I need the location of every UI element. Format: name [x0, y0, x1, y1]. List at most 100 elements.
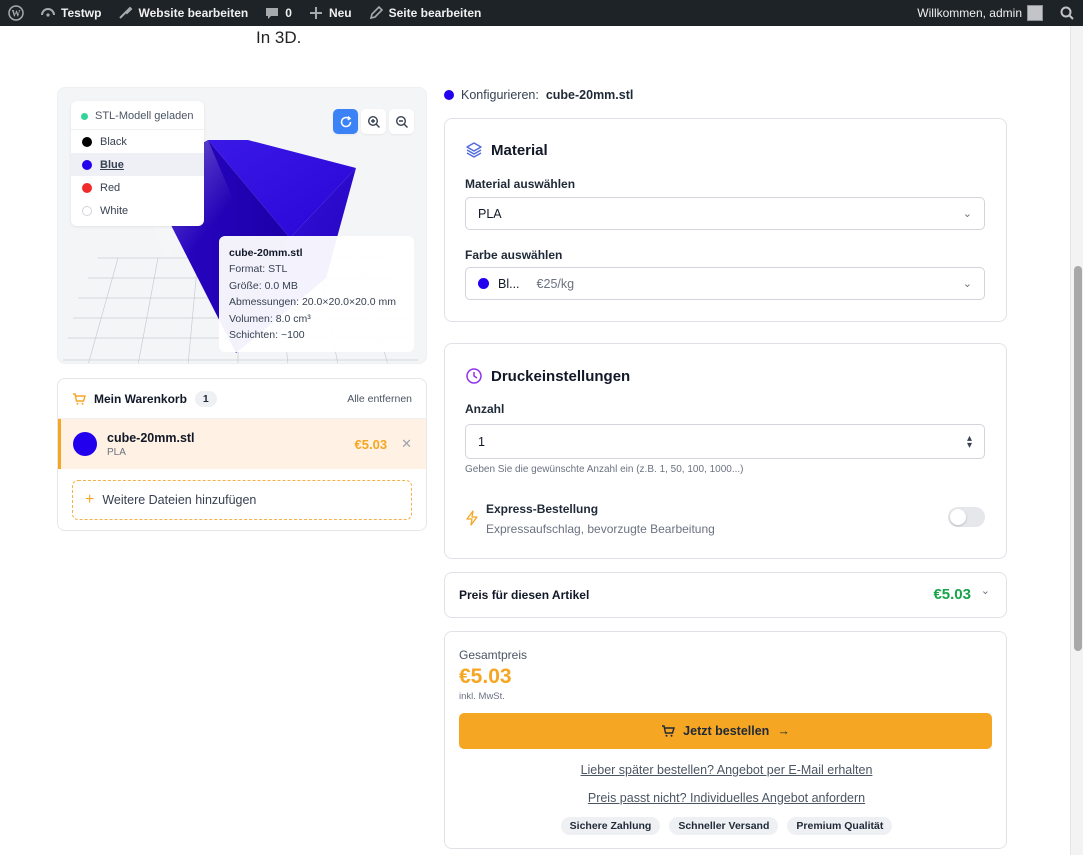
- lightning-icon: [466, 510, 478, 526]
- material-select-label: Material auswählen: [465, 177, 576, 191]
- item-color-dot: [73, 432, 97, 456]
- express-row[interactable]: Express-Bestellung Expressaufschlag, bev…: [465, 500, 985, 540]
- total-label: Gesamtpreis: [459, 648, 528, 662]
- legend-color-label: White: [100, 204, 129, 217]
- legend-color-label: Black: [100, 135, 127, 148]
- trust-badges: Sichere Zahlung Schneller Versand Premiu…: [445, 817, 1008, 835]
- tax-note: inkl. MwSt.: [459, 691, 505, 702]
- legend-color-white[interactable]: White: [71, 199, 204, 222]
- comments-count: 0: [285, 6, 292, 20]
- color-select[interactable]: Bl... €25/kg ⌄: [465, 267, 985, 300]
- comment-icon: [264, 5, 280, 21]
- model-viewer[interactable]: STL-Modell geladen Black Blue Red White: [57, 87, 427, 364]
- layers-icon: [466, 142, 482, 158]
- cart-item[interactable]: cube-20mm.stl PLA €5.03 ✕: [58, 419, 426, 469]
- material-title-text: Material: [491, 141, 548, 159]
- material-select[interactable]: PLA ⌄: [465, 197, 985, 230]
- zoom-in-icon: [367, 115, 380, 128]
- express-description: Expressaufschlag, bevorzugte Bearbeitung: [486, 522, 715, 536]
- color-select-label: Farbe auswählen: [465, 248, 563, 262]
- color-swatch-black: [82, 136, 92, 147]
- welcome-text: Willkommen, admin: [917, 6, 1022, 20]
- selected-color-swatch: [478, 278, 489, 289]
- print-settings-panel: Druckeinstellungen Anzahl 1 ▴ ▾ Geben Sie…: [444, 343, 1007, 559]
- color-price: €25/kg: [536, 276, 575, 291]
- refresh-icon: [340, 115, 351, 127]
- legend-color-black[interactable]: Black: [71, 130, 204, 153]
- edit-site-label: Website bearbeiten: [138, 6, 249, 20]
- item-material: PLA: [107, 446, 126, 458]
- zoom-out-icon: [395, 115, 408, 128]
- quantity-hint: Geben Sie die gewünschte Anzahl ein (z.B…: [465, 464, 744, 475]
- item-price-row[interactable]: Preis für diesen Artikel €5.03 ⌄: [444, 572, 1007, 618]
- model-filename: cube-20mm.stl: [229, 247, 303, 259]
- chevron-down-icon: ⌄: [980, 585, 990, 597]
- custom-quote-link[interactable]: Preis passt nicht? Individuelles Angebot…: [445, 791, 1008, 805]
- model-size: Größe: 0.0 MB: [229, 279, 298, 292]
- model-volume: Volumen: 8.0 cm³: [229, 312, 311, 325]
- cart-panel: Mein Warenkorb 1 Alle entfernen cube-20m…: [57, 378, 427, 531]
- search-icon: [1059, 5, 1075, 21]
- model-color-dot: [444, 90, 454, 100]
- model-dimensions: Abmessungen: 20.0×20.0×20.0 mm: [229, 296, 396, 309]
- add-files-button[interactable]: + Weitere Dateien hinzufügen: [72, 480, 412, 520]
- order-now-button[interactable]: Jetzt bestellen →: [459, 713, 992, 749]
- material-title: Material: [465, 141, 548, 159]
- new-label: Neu: [328, 6, 352, 20]
- page-scrollbar[interactable]: [1070, 26, 1083, 855]
- comments-link[interactable]: 0: [256, 0, 300, 26]
- svg-text:W: W: [12, 9, 21, 19]
- edit-page-label: Seite bearbeiten: [388, 6, 482, 20]
- legend-color-label: Red: [100, 181, 121, 194]
- print-settings-title: Druckeinstellungen: [465, 367, 630, 385]
- legend-color-blue[interactable]: Blue: [71, 153, 204, 176]
- remove-all-button[interactable]: Alle entfernen: [347, 393, 412, 405]
- wordpress-logo-button[interactable]: W: [0, 0, 32, 26]
- add-files-label: Weitere Dateien hinzufügen: [102, 493, 257, 507]
- legend-color-red[interactable]: Red: [71, 176, 204, 199]
- color-legend: STL-Modell geladen Black Blue Red White: [71, 101, 204, 226]
- edit-site-link[interactable]: Website bearbeiten: [109, 0, 256, 26]
- order-now-label: Jetzt bestellen: [683, 724, 770, 738]
- edit-page-link[interactable]: Seite bearbeiten: [360, 0, 490, 26]
- model-layers: Schichten: ~100: [229, 329, 305, 342]
- model-format: Format: STL: [229, 263, 288, 276]
- color-swatch-white: [82, 205, 92, 216]
- zoom-out-button[interactable]: [389, 109, 414, 134]
- quantity-label: Anzahl: [465, 402, 505, 416]
- express-toggle[interactable]: [948, 507, 985, 527]
- quote-email-link[interactable]: Lieber später bestellen? Angebot per E-M…: [445, 763, 1008, 777]
- plus-icon: +: [85, 491, 95, 508]
- config-heading: Konfigurieren: cube-20mm.stl: [444, 88, 633, 102]
- item-text: cube-20mm.stl PLA: [107, 431, 195, 458]
- zoom-in-button[interactable]: [361, 109, 386, 134]
- total-panel: Gesamtpreis €5.03 inkl. MwSt. Jetzt best…: [444, 631, 1007, 849]
- quantity-stepper[interactable]: 1 ▴ ▾: [465, 424, 985, 459]
- trust-badge: Premium Qualität: [787, 817, 893, 835]
- scrollbar-thumb[interactable]: [1074, 266, 1082, 651]
- site-name-link[interactable]: Testwp: [32, 0, 109, 26]
- color-name: Bl...: [498, 276, 520, 291]
- pencil-icon: [368, 5, 384, 21]
- status-dot: [81, 112, 88, 120]
- stepper-arrows-icon[interactable]: ▴ ▾: [967, 433, 972, 450]
- legend-color-label: Blue: [100, 158, 124, 171]
- cart-header: Mein Warenkorb 1 Alle entfernen: [58, 379, 426, 419]
- express-title: Express-Bestellung: [486, 502, 599, 516]
- admin-search-button[interactable]: [1051, 0, 1083, 26]
- total-price: €5.03: [459, 665, 512, 688]
- account-menu[interactable]: Willkommen, admin: [909, 0, 1051, 26]
- clock-icon: [466, 368, 482, 384]
- remove-item-button[interactable]: ✕: [401, 436, 412, 452]
- new-content-link[interactable]: Neu: [300, 0, 360, 26]
- avatar: [1027, 5, 1043, 21]
- wordpress-icon: W: [8, 5, 24, 21]
- print-settings-title-text: Druckeinstellungen: [491, 367, 631, 385]
- admin-bar: W Testwp Website bearbeiten 0 Neu Seite …: [0, 0, 1083, 26]
- reset-view-button[interactable]: [333, 109, 358, 134]
- quantity-value: 1: [478, 434, 485, 449]
- arrow-right-icon: →: [777, 724, 790, 738]
- item-price-label: Preis für diesen Artikel: [459, 588, 590, 602]
- site-name-label: Testwp: [61, 6, 102, 20]
- item-name: cube-20mm.stl: [107, 430, 195, 445]
